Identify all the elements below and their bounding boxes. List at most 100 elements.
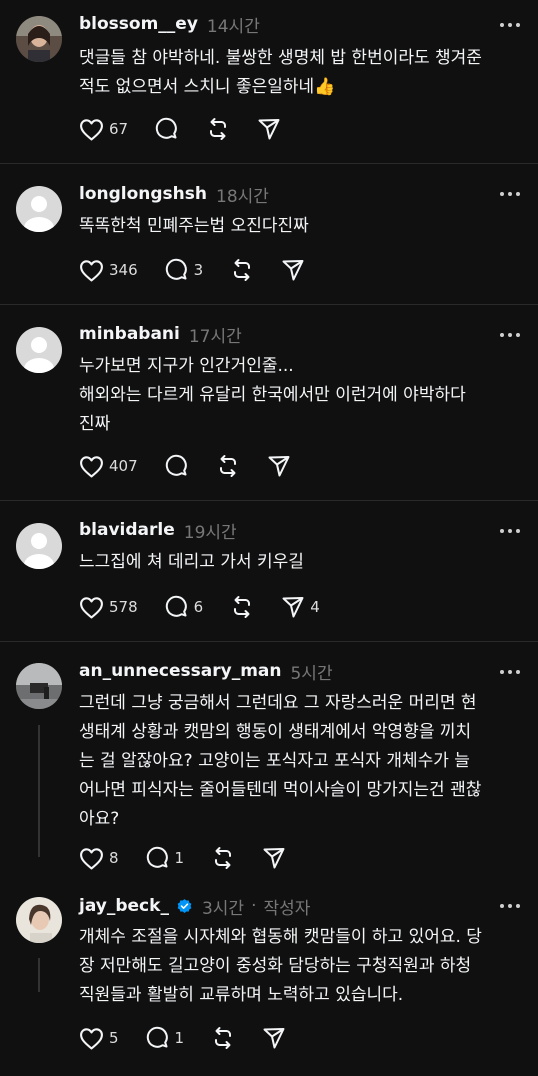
heart-icon xyxy=(80,259,103,281)
divider xyxy=(0,641,538,642)
comment-bubble-icon xyxy=(155,117,177,139)
more-dots-icon[interactable] xyxy=(500,190,520,198)
timestamp: 18시간 xyxy=(216,186,269,207)
reply-count: 1 xyxy=(174,1029,185,1047)
post-header: blavidarle 19시간 xyxy=(79,518,237,543)
repost-button[interactable] xyxy=(230,258,254,282)
like-button[interactable]: 346 xyxy=(79,259,138,282)
share-count: 4 xyxy=(310,598,320,616)
more-dots-icon[interactable] xyxy=(500,668,520,676)
more-dots-icon[interactable] xyxy=(500,902,520,910)
author-label: 작성자 xyxy=(263,898,311,919)
username[interactable]: jay_beck_ xyxy=(79,896,169,916)
like-button[interactable]: 407 xyxy=(79,455,138,478)
reply-button[interactable]: 3 xyxy=(165,258,204,282)
avatar[interactable] xyxy=(16,663,62,709)
like-count: 578 xyxy=(109,598,138,616)
timestamp: 17시간 xyxy=(188,326,242,347)
post-header: an_unnecessary_man 5시간 xyxy=(79,659,333,684)
action-bar: 346 3 xyxy=(79,257,332,283)
comment-bubble-icon xyxy=(146,1026,168,1048)
post-text: 누가보면 지구가 인간거인줄... 해외와는 다르게 유달리 한국에서만 이런거… xyxy=(79,356,466,434)
avatar[interactable] xyxy=(16,327,62,373)
divider xyxy=(0,500,538,501)
like-button[interactable]: 5 xyxy=(79,1027,119,1050)
repost-icon xyxy=(219,455,236,477)
timestamp: 3시간 xyxy=(201,898,245,919)
like-count: 5 xyxy=(109,1029,119,1047)
action-bar: 8 1 xyxy=(79,845,313,871)
reply-count: 3 xyxy=(193,261,204,279)
share-button[interactable]: 4 xyxy=(281,595,320,619)
like-count: 8 xyxy=(109,849,119,867)
send-icon xyxy=(268,456,290,477)
post-text: 댓글들 참 야박하네. 불쌍한 생명체 밥 한번이라도 챙겨준 적도 없으면서 … xyxy=(79,48,482,97)
action-bar: 67 xyxy=(79,116,308,142)
post-text: 개체수 조절을 시자체와 협동해 캣맘들이 하고 있어요. 당 장 저만해도 길… xyxy=(79,927,482,1005)
avatar[interactable] xyxy=(16,523,62,569)
like-count: 346 xyxy=(109,261,138,279)
comment-bubble-icon xyxy=(165,595,187,617)
send-icon xyxy=(282,597,304,618)
share-button[interactable] xyxy=(267,454,291,478)
avatar[interactable] xyxy=(16,897,62,943)
post-header: minbabani 17시간 xyxy=(79,322,242,347)
username[interactable]: blavidarle xyxy=(79,520,175,540)
reply-button[interactable] xyxy=(165,454,189,478)
separator-dot: · xyxy=(251,896,257,916)
repost-icon xyxy=(210,118,227,140)
send-icon xyxy=(258,119,280,140)
repost-button[interactable] xyxy=(206,117,230,141)
action-bar: 407 xyxy=(79,453,318,479)
send-icon xyxy=(263,848,285,869)
reply-count: 6 xyxy=(193,598,204,616)
send-icon xyxy=(282,260,304,281)
share-button[interactable] xyxy=(257,117,281,141)
username[interactable]: longlongshsh xyxy=(79,184,207,204)
like-count: 67 xyxy=(109,120,129,138)
divider xyxy=(0,304,538,305)
comment-bubble-icon xyxy=(146,846,168,868)
username[interactable]: an_unnecessary_man xyxy=(79,661,281,681)
thread-line xyxy=(38,958,40,992)
share-button[interactable] xyxy=(281,258,305,282)
timestamp: 5시간 xyxy=(290,663,333,684)
share-button[interactable] xyxy=(262,1026,286,1050)
post-header: jay_beck_ 3시간 · 작성자 xyxy=(79,894,311,919)
heart-icon xyxy=(80,1027,103,1049)
divider xyxy=(0,163,538,164)
heart-icon xyxy=(80,118,103,140)
avatar[interactable] xyxy=(16,16,62,62)
comment-bubble-icon xyxy=(165,258,187,280)
reply-button[interactable]: 1 xyxy=(146,846,184,870)
repost-icon xyxy=(234,259,251,281)
post-header: longlongshsh 18시간 xyxy=(79,182,269,207)
post-text: 느그집에 쳐 데리고 가서 키우길 xyxy=(79,552,304,572)
like-count: 407 xyxy=(109,457,138,475)
repost-icon xyxy=(215,847,232,869)
comment-bubble-icon xyxy=(165,454,187,476)
like-button[interactable]: 578 xyxy=(79,596,138,619)
post-header: blossom__ey 14시간 xyxy=(79,12,260,37)
repost-button[interactable] xyxy=(211,846,235,870)
repost-button[interactable] xyxy=(230,595,254,619)
reply-button[interactable]: 6 xyxy=(165,595,204,619)
username[interactable]: blossom__ey xyxy=(79,14,198,34)
like-button[interactable]: 67 xyxy=(79,118,128,141)
more-dots-icon[interactable] xyxy=(500,331,520,339)
repost-button[interactable] xyxy=(211,1026,235,1050)
username[interactable]: minbabani xyxy=(79,324,180,344)
reply-button[interactable]: 1 xyxy=(146,1026,185,1050)
repost-button[interactable] xyxy=(216,454,240,478)
heart-icon xyxy=(80,455,103,477)
reply-button[interactable] xyxy=(155,117,179,141)
verified-badge-icon xyxy=(177,898,192,913)
action-bar: 578 6 4 xyxy=(79,594,347,620)
share-button[interactable] xyxy=(262,846,286,870)
thread-line xyxy=(38,725,40,857)
timestamp: 14시간 xyxy=(206,16,260,37)
avatar[interactable] xyxy=(16,186,62,232)
more-dots-icon[interactable] xyxy=(500,527,520,535)
more-dots-icon[interactable] xyxy=(500,21,520,29)
like-button[interactable]: 8 xyxy=(79,847,119,870)
